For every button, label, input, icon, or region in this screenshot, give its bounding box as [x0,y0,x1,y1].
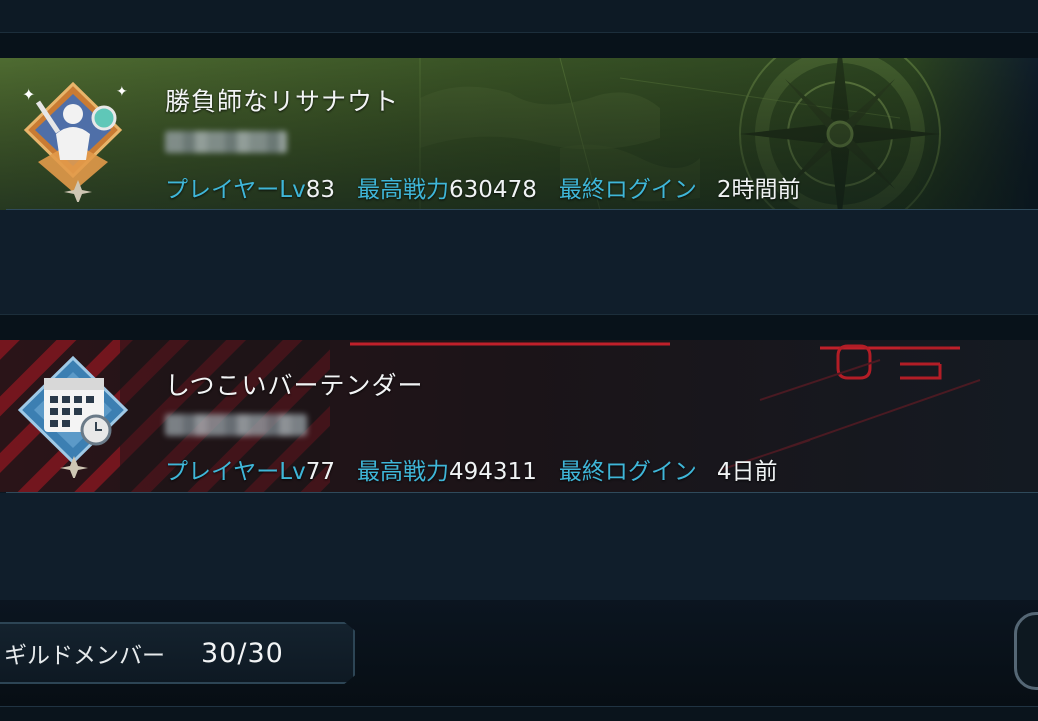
row-gap [0,210,1038,314]
member-row-2[interactable]: しつこいバーテンダー プレイヤーLv77 最高戦力494311 最終ログイン 4日前 [0,340,1038,492]
redacted-id [165,131,287,153]
member-name: しつこいバーテンダー [165,371,424,400]
level-value: 77 [305,459,336,485]
svg-text:✦: ✦ [22,85,35,104]
level-value: 83 [305,177,336,203]
member-stats: プレイヤーLv77 最高戦力494311 最終ログイン 4日前 [165,452,799,486]
menu-button[interactable] [1014,612,1038,690]
guild-member-count: 30/30 [201,637,284,669]
calendar-clock-emblem-icon [17,355,129,478]
login-label: 最終ログイン [558,459,697,485]
power-value: 630478 [449,177,537,203]
separator [0,32,1038,60]
level-label: プレイヤーLv [165,459,306,485]
last-login-value: 4日前 [716,459,778,485]
member-row-1[interactable]: ✦ ✦ 勝負師なリサナウト プレイヤーLv83 最高戦力630478 最終ログイン 2… [0,58,1038,210]
last-login-value: 2時間前 [716,177,801,203]
power-value: 494311 [449,459,537,485]
separator [0,314,1038,342]
level-label: プレイヤーLv [165,177,306,203]
guild-member-count-panel: ギルドメンバー 30/30 [0,622,355,684]
bottom-edge [0,706,1038,721]
member-stats: プレイヤーLv83 最高戦力630478 最終ログイン 2時間前 [165,170,822,204]
redacted-id [165,414,307,436]
member-name: 勝負師なリサナウト [165,87,400,116]
guild-member-label: ギルドメンバー [4,643,165,669]
svg-text:✦: ✦ [116,84,128,100]
login-label: 最終ログイン [558,177,697,203]
row-gap [0,493,1038,600]
top-bar [0,0,1038,33]
power-label: 最高戦力 [357,177,450,203]
power-label: 最高戦力 [357,459,450,485]
swordsman-emblem-icon: ✦ ✦ [22,81,128,202]
